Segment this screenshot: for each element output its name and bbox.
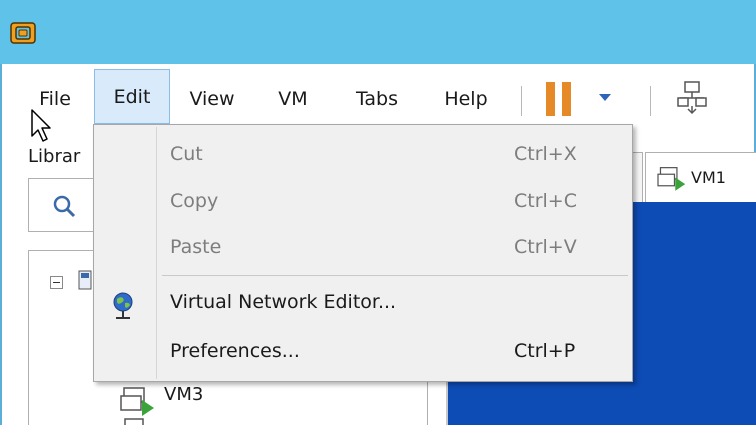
vmware-app-icon[interactable] xyxy=(10,22,36,44)
tree-collapse-toggle[interactable] xyxy=(50,276,63,289)
mouse-cursor-icon xyxy=(31,109,51,142)
virtual-machine-icon xyxy=(657,167,686,191)
search-icon[interactable] xyxy=(52,194,76,218)
toolbar-separator xyxy=(521,86,522,116)
menu-item-shortcut: Ctrl+P xyxy=(514,340,576,362)
menu-item-shortcut: Ctrl+X xyxy=(514,143,577,165)
menu-item-cut[interactable]: Cut Ctrl+X xyxy=(94,133,632,179)
menu-vm[interactable]: VM xyxy=(268,82,318,116)
menu-item-virtual-network-editor[interactable]: Virtual Network Editor... xyxy=(94,281,632,327)
tree-item-vm3[interactable]: VM3 xyxy=(164,384,203,405)
title-bar xyxy=(0,0,756,64)
dropdown-arrow-icon[interactable] xyxy=(599,94,611,101)
virtual-machine-icon xyxy=(120,387,154,416)
library-label: Librar xyxy=(28,146,81,167)
menu-item-label: Copy xyxy=(170,190,219,212)
menu-item-label: Cut xyxy=(170,143,203,165)
menu-separator xyxy=(162,275,628,276)
menu-item-paste[interactable]: Paste Ctrl+V xyxy=(94,226,632,272)
menu-item-preferences[interactable]: Preferences... Ctrl+P xyxy=(94,330,632,376)
edit-dropdown-menu: Cut Ctrl+X Copy Ctrl+C Paste Ctrl+V Virt… xyxy=(93,124,633,382)
menu-item-label: Virtual Network Editor... xyxy=(170,291,397,313)
toolbar-separator xyxy=(650,86,651,116)
menu-item-label: Preferences... xyxy=(170,340,300,362)
menu-help[interactable]: Help xyxy=(434,82,498,116)
menu-item-label: Paste xyxy=(170,236,222,258)
menu-tabs[interactable]: Tabs xyxy=(344,82,410,116)
menu-item-shortcut: Ctrl+V xyxy=(514,236,577,258)
network-icon[interactable] xyxy=(677,80,707,116)
pause-icon[interactable] xyxy=(546,82,576,116)
menu-item-shortcut: Ctrl+C xyxy=(514,190,577,212)
menu-item-copy[interactable]: Copy Ctrl+C xyxy=(94,180,632,226)
host-computer-icon xyxy=(78,270,92,290)
tab-vm1-label: VM1 xyxy=(691,168,726,187)
menu-edit[interactable]: Edit xyxy=(94,69,170,124)
menu-view[interactable]: View xyxy=(182,82,242,116)
virtual-machine-icon xyxy=(124,418,144,425)
